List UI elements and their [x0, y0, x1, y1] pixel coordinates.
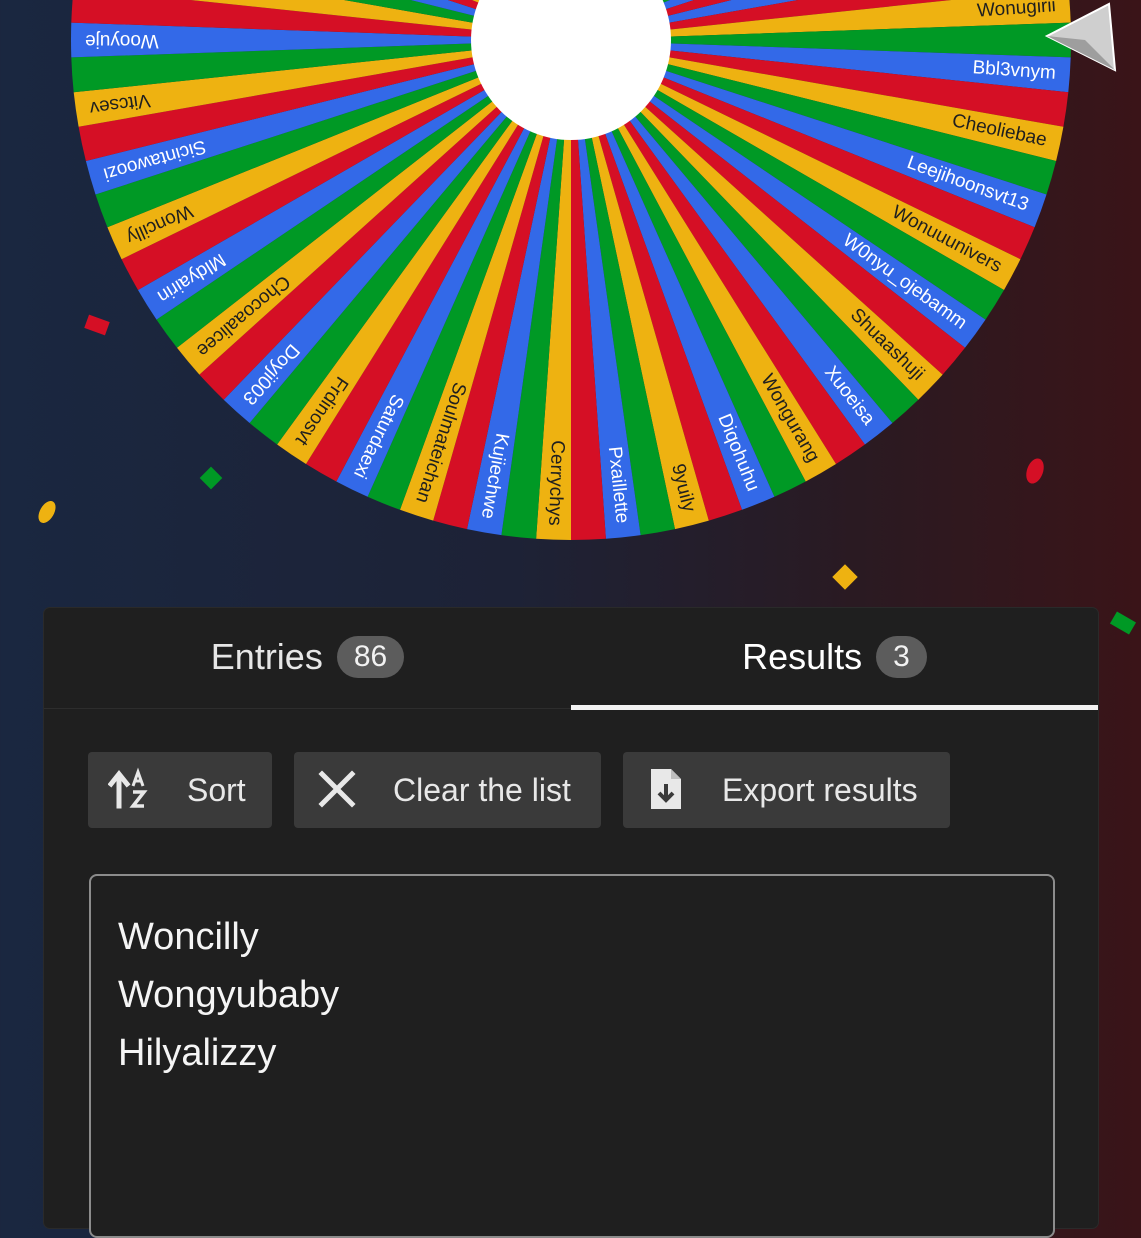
- clear-list-button[interactable]: Clear the list: [294, 752, 601, 828]
- tab-results[interactable]: Results 3: [571, 608, 1098, 710]
- tab-results-label: Results: [742, 636, 863, 677]
- result-item: Hilyalizzy: [118, 1032, 277, 1074]
- wheel-entry-label: Wooyuje: [85, 30, 159, 51]
- entries-results-panel: Entries 86 Results 3 Sort Clear the list: [44, 608, 1098, 1238]
- result-item: Woncilly: [118, 916, 259, 958]
- sort-alphabetical-icon: [108, 767, 148, 809]
- results-count-badge: 3: [876, 636, 927, 678]
- clear-list-button-label: Clear the list: [393, 772, 571, 808]
- tab-entries[interactable]: Entries 86: [44, 608, 571, 708]
- tab-bar: Entries 86 Results 3: [44, 608, 1098, 710]
- entries-count-badge: 86: [336, 636, 405, 678]
- sort-button-label: Sort: [187, 772, 246, 808]
- export-results-button-label: Export results: [722, 772, 918, 808]
- wheel-entry-label: Cerrychys: [544, 440, 568, 526]
- tab-entries-label: Entries: [210, 636, 323, 677]
- spinning-wheel[interactable]: HilyalizzyWonugiriiBbl3vnymCheoliebaeLee…: [0, 0, 1141, 600]
- results-textarea[interactable]: Woncilly Wongyubaby Hilyalizzy: [89, 874, 1055, 1238]
- active-tab-indicator: [571, 705, 1098, 710]
- sort-button[interactable]: Sort: [88, 752, 272, 828]
- file-download-icon: [651, 769, 681, 809]
- confetti-piece: [1109, 611, 1137, 635]
- export-results-button[interactable]: Export results: [623, 752, 950, 828]
- result-item: Wongyubaby: [118, 974, 340, 1016]
- close-icon: [318, 770, 356, 808]
- results-list: Woncilly Wongyubaby Hilyalizzy: [118, 908, 339, 1082]
